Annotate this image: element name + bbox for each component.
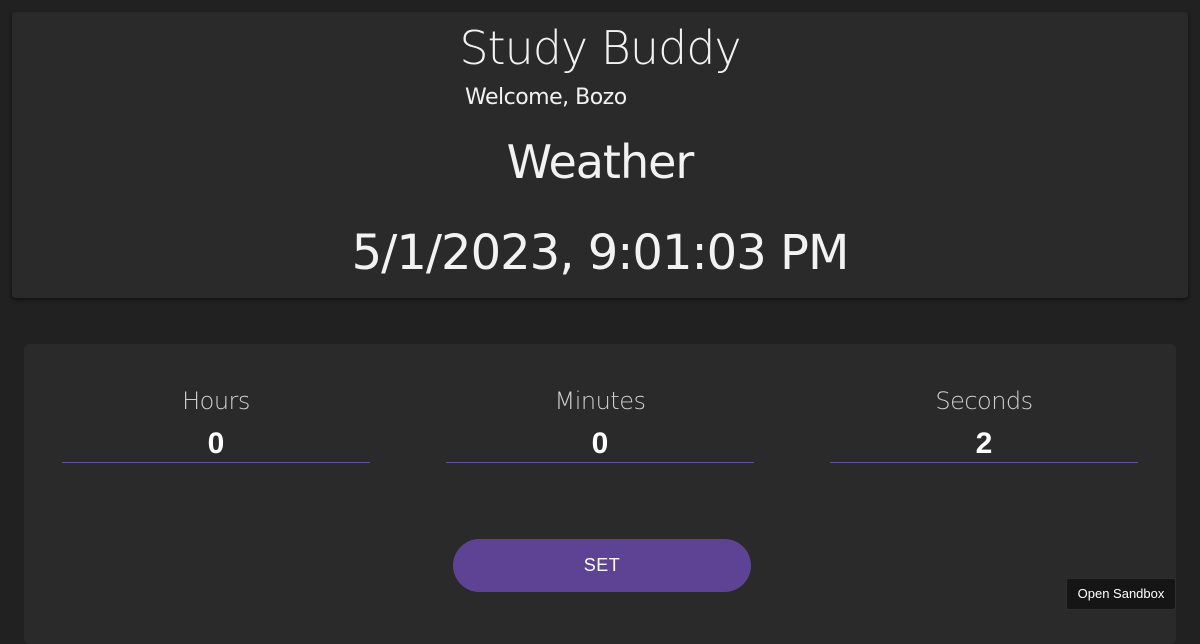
header-card: Study Buddy Welcome, Bozo Weather 5/1/20… [12,12,1188,298]
set-button[interactable]: SET [453,539,751,592]
minutes-input[interactable] [446,426,754,463]
open-sandbox-button[interactable]: Open Sandbox [1066,578,1176,610]
app-title: Study Buddy [459,21,741,75]
minutes-label: Minutes [554,387,646,415]
seconds-field: Seconds [830,382,1138,464]
hours-input[interactable] [62,426,370,463]
minutes-field: Minutes [446,382,754,464]
current-datetime: 5/1/2023, 9:01:03 PM [351,225,850,281]
hours-field: Hours [62,382,370,464]
weather-heading: Weather [506,135,695,189]
hours-label: Hours [182,387,250,415]
timer-card: Hours Minutes Seconds SET [24,344,1176,644]
seconds-label: Seconds [935,387,1033,415]
seconds-input[interactable] [830,426,1138,463]
welcome-message: Welcome, Bozo [465,85,627,110]
